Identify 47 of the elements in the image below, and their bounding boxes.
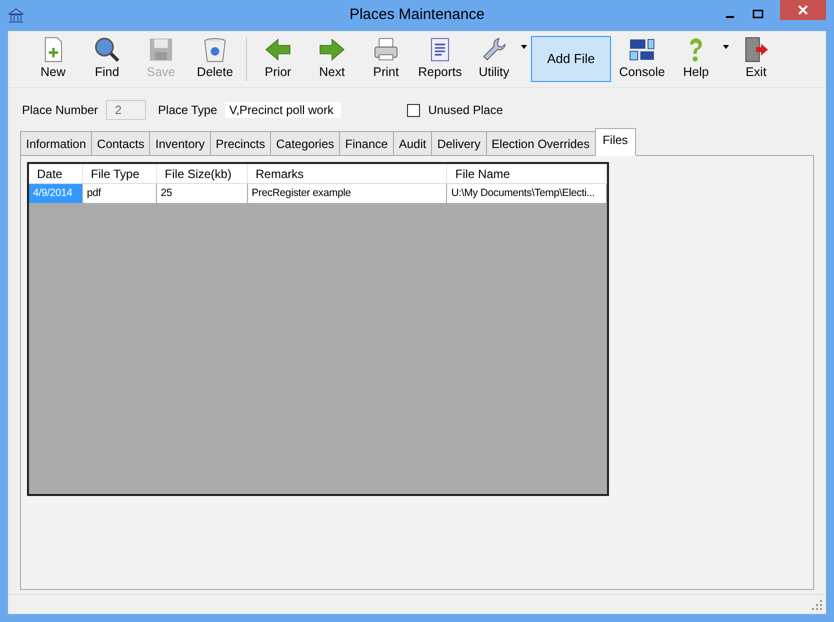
toolbar-button[interactable]: Exit (729, 34, 783, 84)
toolbar-button[interactable]: New (26, 34, 80, 84)
tab[interactable]: Information (20, 131, 92, 156)
tab[interactable]: Audit (392, 131, 432, 156)
caret-icon[interactable] (723, 45, 729, 49)
toolbar-button[interactable]: Reports (413, 34, 467, 84)
table-cell: pdf (82, 184, 157, 204)
column-header[interactable]: Date (29, 164, 83, 183)
table-cell: U:\My Documents\Temp\Electi... (447, 184, 607, 204)
tab[interactable]: Contacts (91, 131, 150, 156)
tab[interactable]: Finance (339, 131, 394, 156)
caret-icon[interactable] (521, 45, 527, 49)
tab[interactable]: Election Overrides (486, 131, 596, 156)
field-label: Place Type (158, 102, 218, 119)
place-number-field[interactable]: 2 (106, 100, 146, 120)
place-type-field[interactable]: V,Precinct poll work (225, 102, 342, 118)
toolbar-button[interactable]: Console (615, 34, 669, 84)
maximize-icon (752, 8, 764, 20)
add-file-button[interactable]: Add File (531, 36, 611, 82)
toolbar-button[interactable]: Help (669, 34, 723, 84)
tab[interactable]: Inventory (149, 131, 211, 156)
table-cell: PrecRegister example (248, 184, 448, 204)
toolbar-button[interactable]: Next (305, 34, 359, 84)
minimize-icon (726, 16, 734, 18)
tab[interactable]: Precincts (210, 131, 272, 156)
column-header[interactable]: File Name (447, 164, 607, 183)
resize-grip-icon[interactable] (812, 600, 822, 610)
column-header[interactable]: File Size(kb) (156, 164, 248, 183)
tab[interactable]: Delivery (431, 131, 487, 156)
column-header[interactable]: Remarks (248, 164, 448, 183)
checkbox[interactable] (407, 104, 420, 116)
building-icon (8, 8, 24, 24)
toolbar-button[interactable]: Prior (251, 34, 305, 84)
tab[interactable]: Categories (270, 131, 340, 156)
table-cell: 4/9/2014 (29, 184, 83, 204)
toolbar-button[interactable]: Delete (188, 34, 242, 84)
close-icon (797, 4, 809, 16)
toolbar-button[interactable]: Find (80, 34, 134, 84)
toolbar-button[interactable]: Print (359, 34, 413, 84)
table-cell: 25 (156, 184, 248, 204)
column-header[interactable]: File Type (82, 164, 157, 183)
checkbox-label: Unused Place (428, 102, 503, 119)
close-button[interactable] (780, 0, 826, 20)
field-label: Place Number (22, 102, 98, 119)
toolbar-button[interactable]: Utility (467, 34, 521, 84)
tab[interactable]: Files (594, 128, 636, 156)
window-title: Places Maintenance (349, 5, 485, 26)
